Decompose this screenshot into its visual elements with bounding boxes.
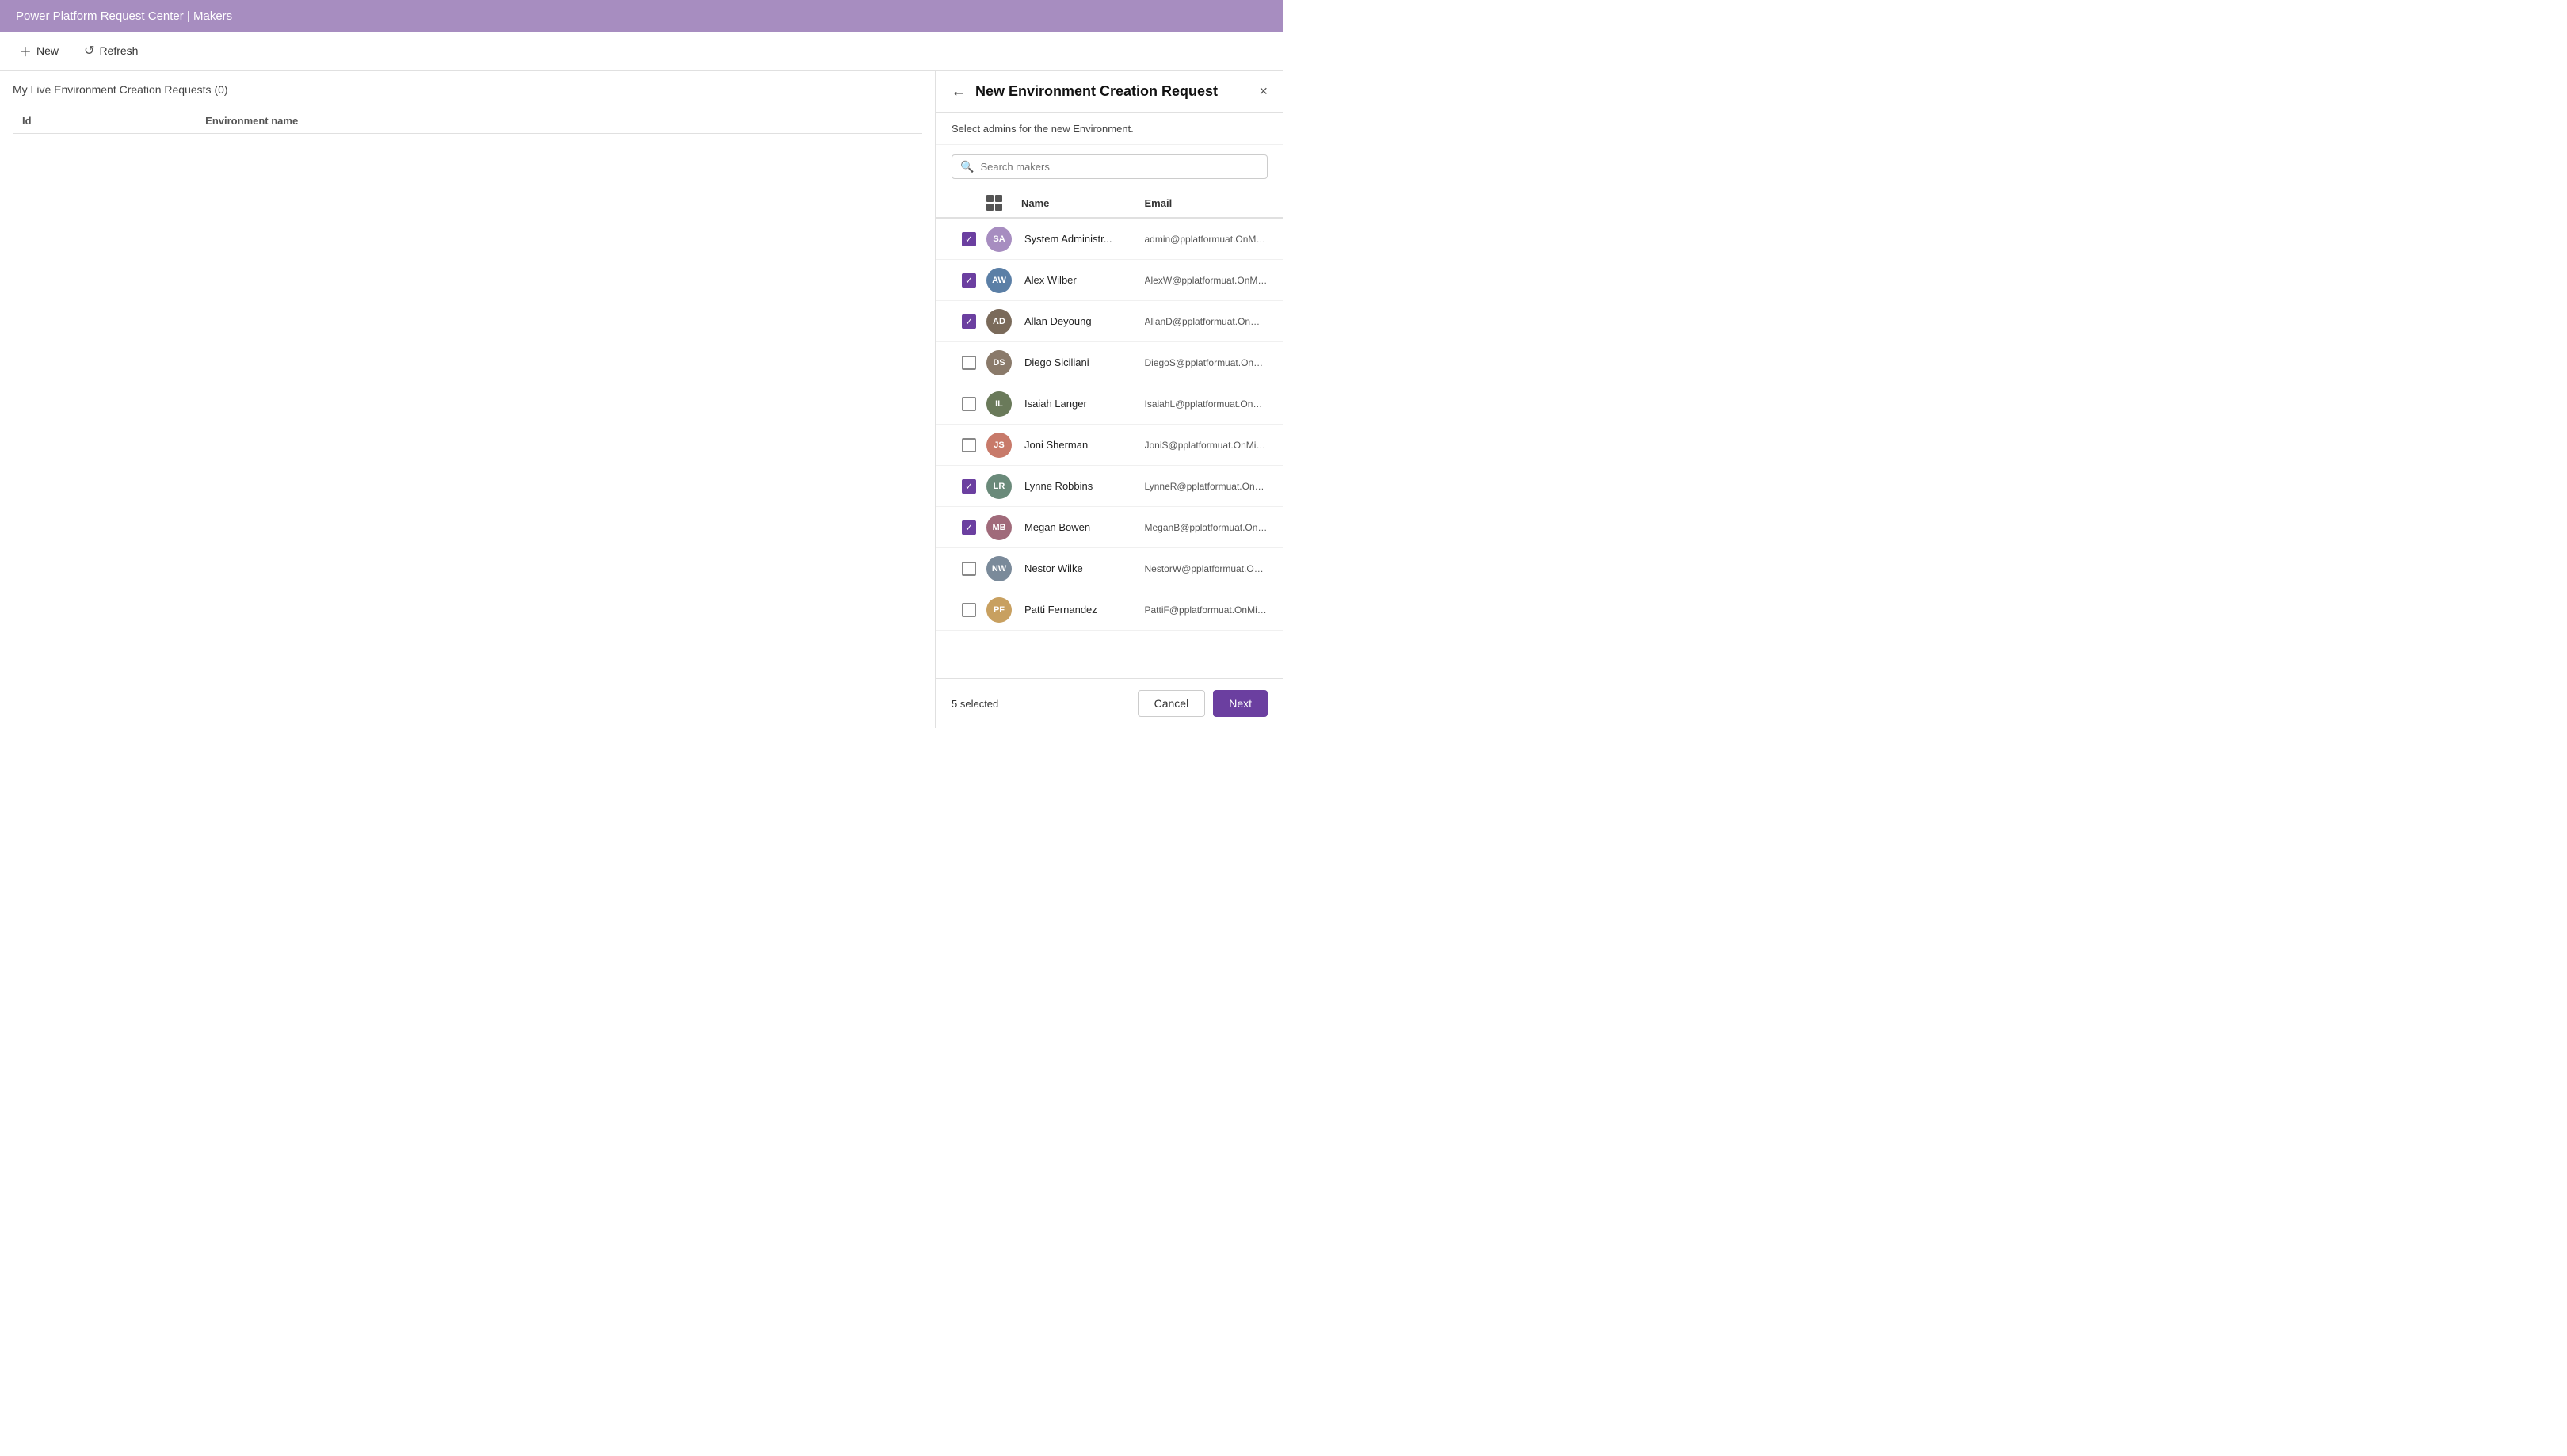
checkbox-diego-siciliani[interactable] bbox=[962, 356, 976, 370]
maker-email-isaiah-langer: IsaiahL@pplatformuat.OnMicrosoft.c... bbox=[1145, 398, 1268, 410]
checkbox-wrapper bbox=[952, 479, 986, 494]
maker-row-isaiah-langer: IL Isaiah LangerIsaiahL@pplatformuat.OnMi… bbox=[936, 383, 1284, 425]
checkbox-wrapper bbox=[952, 356, 986, 370]
action-bar: ＋ New ↺ Refresh bbox=[0, 32, 1284, 71]
close-button[interactable]: × bbox=[1259, 83, 1268, 100]
top-bar: Power Platform Request Center | Makers bbox=[0, 0, 1284, 32]
back-button[interactable]: ← bbox=[952, 83, 966, 100]
col-email-header: Email bbox=[1145, 197, 1268, 209]
drawer-footer: 5 selected Cancel Next bbox=[936, 678, 1284, 728]
checkbox-wrapper bbox=[952, 232, 986, 246]
maker-row-nestor-wilke: NW Nestor WilkeNestorW@pplatformuat.OnMic… bbox=[936, 548, 1284, 589]
checkbox-megan-bowen[interactable] bbox=[962, 520, 976, 535]
avatar-lynne-robbins: LR bbox=[986, 474, 1012, 499]
avatar-diego-siciliani: DS bbox=[986, 350, 1012, 375]
maker-name-diego-siciliani: Diego Siciliani bbox=[1021, 356, 1145, 368]
maker-row-alex-wilber: AW Alex WilberAlexW@pplatformuat.OnMicros… bbox=[936, 260, 1284, 301]
search-box: 🔍 bbox=[952, 154, 1268, 179]
checkbox-lynne-robbins[interactable] bbox=[962, 479, 976, 494]
plus-icon: ＋ bbox=[19, 41, 32, 60]
left-panel: My Live Environment Creation Requests (0… bbox=[0, 71, 935, 728]
avatar-megan-bowen: MB bbox=[986, 515, 1012, 540]
section-title: My Live Environment Creation Requests (0… bbox=[13, 83, 922, 96]
checkbox-wrapper bbox=[952, 438, 986, 452]
maker-email-lynne-robbins: LynneR@pplatformuat.OnMicrosoft.c... bbox=[1145, 481, 1268, 492]
drawer-subtitle: Select admins for the new Environment. bbox=[936, 113, 1284, 145]
checkbox-wrapper bbox=[952, 520, 986, 535]
checkbox-joni-sherman[interactable] bbox=[962, 438, 976, 452]
maker-row-patti-fernandez: PF Patti FernandezPattiF@pplatformuat.OnM… bbox=[936, 589, 1284, 631]
back-arrow-icon: ← bbox=[952, 83, 966, 100]
checkbox-patti-fernandez[interactable] bbox=[962, 603, 976, 617]
app-title: Power Platform Request Center | Makers bbox=[16, 10, 232, 23]
main-content: My Live Environment Creation Requests (0… bbox=[0, 71, 1284, 728]
next-button[interactable]: Next bbox=[1213, 690, 1268, 717]
maker-row-lynne-robbins: LR Lynne RobbinsLynneR@pplatformuat.OnMic… bbox=[936, 466, 1284, 507]
footer-buttons: Cancel Next bbox=[1138, 690, 1268, 717]
checkbox-wrapper bbox=[952, 273, 986, 288]
makers-rows: SA System Administr...admin@pplatformuat.… bbox=[936, 219, 1284, 631]
checkbox-wrapper bbox=[952, 603, 986, 617]
maker-email-diego-siciliani: DiegoS@pplatformuat.OnMicrosoft.c... bbox=[1145, 357, 1268, 368]
maker-name-system-admin: System Administr... bbox=[1021, 233, 1145, 245]
avatar-allan-deyoung: AD bbox=[986, 309, 1012, 334]
maker-name-isaiah-langer: Isaiah Langer bbox=[1021, 398, 1145, 410]
close-icon: × bbox=[1259, 83, 1268, 99]
maker-name-allan-deyoung: Allan Deyoung bbox=[1021, 315, 1145, 327]
checkbox-wrapper bbox=[952, 562, 986, 576]
col-name-header: Name bbox=[1021, 197, 1145, 209]
maker-name-joni-sherman: Joni Sherman bbox=[1021, 439, 1145, 451]
checkbox-wrapper bbox=[952, 314, 986, 329]
maker-email-joni-sherman: JoniS@pplatformuat.OnMicrosoft.com bbox=[1145, 440, 1268, 451]
makers-table-header: Name Email bbox=[936, 189, 1284, 219]
avatar-nestor-wilke: NW bbox=[986, 556, 1012, 581]
selected-count: 5 selected bbox=[952, 698, 998, 710]
checkbox-wrapper bbox=[952, 397, 986, 411]
maker-name-alex-wilber: Alex Wilber bbox=[1021, 274, 1145, 286]
maker-row-system-admin: SA System Administr...admin@pplatformuat.… bbox=[936, 219, 1284, 260]
maker-email-nestor-wilke: NestorW@pplatformuat.OnMicrosoft.... bbox=[1145, 563, 1268, 574]
refresh-icon: ↺ bbox=[84, 43, 94, 59]
col-env-name: Environment name bbox=[196, 109, 922, 134]
right-panel: ← New Environment Creation Request × Sel… bbox=[935, 71, 1284, 728]
checkbox-allan-deyoung[interactable] bbox=[962, 314, 976, 329]
drawer-title: New Environment Creation Request bbox=[975, 83, 1249, 100]
maker-name-megan-bowen: Megan Bowen bbox=[1021, 521, 1145, 533]
maker-name-lynne-robbins: Lynne Robbins bbox=[1021, 480, 1145, 492]
maker-row-megan-bowen: MB Megan BowenMeganB@pplatformuat.OnMicro… bbox=[936, 507, 1284, 548]
maker-name-nestor-wilke: Nestor Wilke bbox=[1021, 562, 1145, 574]
requests-table: Id Environment name bbox=[13, 109, 922, 134]
col-id: Id bbox=[13, 109, 196, 134]
checkbox-nestor-wilke[interactable] bbox=[962, 562, 976, 576]
refresh-button[interactable]: ↺ Refresh bbox=[78, 40, 144, 62]
avatar-patti-fernandez: PF bbox=[986, 597, 1012, 623]
avatar-col-header bbox=[986, 195, 1021, 211]
maker-email-allan-deyoung: AllanD@pplatformuat.OnMicrosoft.c... bbox=[1145, 316, 1268, 327]
maker-row-joni-sherman: JS Joni ShermanJoniS@pplatformuat.OnMicro… bbox=[936, 425, 1284, 466]
drawer-header: ← New Environment Creation Request × bbox=[936, 71, 1284, 113]
avatar-joni-sherman: JS bbox=[986, 433, 1012, 458]
avatar-system-admin: SA bbox=[986, 227, 1012, 252]
search-icon: 🔍 bbox=[960, 160, 974, 173]
avatar-isaiah-langer: IL bbox=[986, 391, 1012, 417]
maker-row-diego-siciliani: DS Diego SicilianiDiegoS@pplatformuat.OnM… bbox=[936, 342, 1284, 383]
maker-email-megan-bowen: MeganB@pplatformuat.OnMicrosoft.... bbox=[1145, 522, 1268, 533]
maker-email-alex-wilber: AlexW@pplatformuat.OnMicrosoft.c... bbox=[1145, 275, 1268, 286]
search-input[interactable] bbox=[980, 161, 1259, 173]
checkbox-system-admin[interactable] bbox=[962, 232, 976, 246]
grid-icon bbox=[986, 195, 1002, 211]
maker-email-system-admin: admin@pplatformuat.OnMicrosoft.co... bbox=[1145, 234, 1268, 245]
maker-name-patti-fernandez: Patti Fernandez bbox=[1021, 604, 1145, 616]
maker-row-allan-deyoung: AD Allan DeyoungAllanD@pplatformuat.OnMic… bbox=[936, 301, 1284, 342]
avatar-alex-wilber: AW bbox=[986, 268, 1012, 293]
makers-table: Name Email SA System Administr...admin@pp… bbox=[936, 189, 1284, 678]
checkbox-isaiah-langer[interactable] bbox=[962, 397, 976, 411]
cancel-button[interactable]: Cancel bbox=[1138, 690, 1206, 717]
new-button[interactable]: ＋ New bbox=[13, 38, 65, 63]
maker-email-patti-fernandez: PattiF@pplatformuat.OnMicrosoft.com bbox=[1145, 604, 1268, 616]
checkbox-alex-wilber[interactable] bbox=[962, 273, 976, 288]
